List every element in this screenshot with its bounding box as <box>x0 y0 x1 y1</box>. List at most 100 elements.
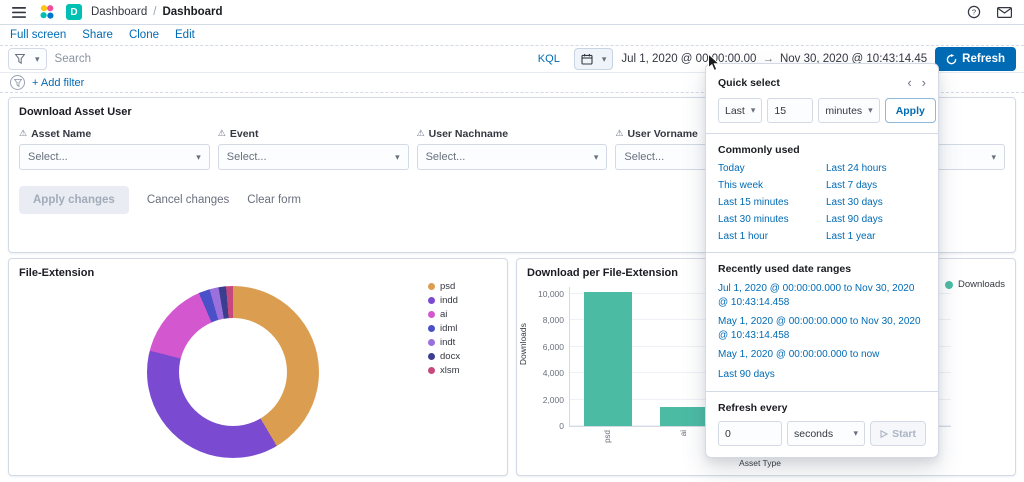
legend-swatch <box>428 311 435 318</box>
legend-item[interactable]: indd <box>428 295 460 306</box>
view-link-edit[interactable]: Edit <box>175 29 195 41</box>
control-field-select-2[interactable]: Select... ▾ <box>417 144 608 170</box>
select-placeholder: Select... <box>624 151 664 163</box>
clear-form-button[interactable]: Clear form <box>247 194 301 206</box>
commonly-used-link[interactable]: Last 24 hours <box>826 163 926 174</box>
view-link-full-screen[interactable]: Full screen <box>10 29 66 41</box>
y-tick-label: 8,000 <box>524 315 564 325</box>
warning-icon: ⚠ <box>417 129 425 138</box>
legend-item[interactable]: indt <box>428 337 460 348</box>
commonly-used-link[interactable]: Last 1 hour <box>718 231 818 242</box>
recent-ranges-title: Recently used date ranges <box>718 263 926 275</box>
refresh-every-title: Refresh every <box>718 402 926 414</box>
svg-text:?: ? <box>972 8 976 17</box>
saved-query-menu-button[interactable]: ▾ <box>8 48 47 70</box>
search-input[interactable] <box>55 53 532 65</box>
recent-range-link[interactable]: Last 90 days <box>718 368 926 382</box>
newsfeed-icon[interactable] <box>995 5 1014 20</box>
select-placeholder: Select... <box>426 151 466 163</box>
refresh-icon <box>946 54 957 65</box>
breadcrumb-app[interactable]: Dashboard <box>91 6 147 18</box>
view-link-clone[interactable]: Clone <box>129 29 159 41</box>
commonly-used-link[interactable]: Last 15 minutes <box>718 197 818 208</box>
breadcrumb: Dashboard / Dashboard <box>91 6 223 18</box>
time-amount-input[interactable] <box>767 98 813 123</box>
commonly-used-grid: Today Last 24 hours This week Last 7 days La… <box>718 163 926 242</box>
legend-label: psd <box>440 281 455 292</box>
chevron-down-icon: ▾ <box>196 152 201 163</box>
control-field-label: ⚠Event <box>218 126 409 141</box>
bar-ai[interactable] <box>660 407 709 426</box>
tense-select[interactable]: Last▾ <box>718 98 762 123</box>
legend-item[interactable]: idml <box>428 323 460 334</box>
commonly-used-link[interactable]: Last 7 days <box>826 180 926 191</box>
legend-swatch <box>428 297 435 304</box>
commonly-used-link[interactable]: Last 90 days <box>826 214 926 225</box>
y-tick-label: 6,000 <box>524 342 564 352</box>
legend-swatch <box>428 367 435 374</box>
recent-range-link[interactable]: Jul 1, 2020 @ 00:00:00.000 to Nov 30, 20… <box>718 282 926 309</box>
control-field-select-1[interactable]: Select...▾ <box>218 144 409 170</box>
commonly-used-link[interactable]: Last 30 days <box>826 197 926 208</box>
recent-range-link[interactable]: May 1, 2020 @ 00:00:00.000 to now <box>718 348 926 362</box>
recent-ranges-list: Jul 1, 2020 @ 00:00:00.000 to Nov 30, 20… <box>718 282 926 381</box>
elastic-logo[interactable] <box>37 2 57 22</box>
control-field-label-text: User Nachname <box>429 128 508 140</box>
time-unit-select[interactable]: minutes▾ <box>818 98 879 123</box>
chevron-down-icon: ▾ <box>854 428 859 439</box>
y-tick-label: 4,000 <box>524 368 564 378</box>
add-filter-button[interactable]: + Add filter <box>32 77 84 89</box>
filter-icon[interactable] <box>10 75 25 90</box>
bar-slot <box>570 287 646 426</box>
view-link-share[interactable]: Share <box>82 29 113 41</box>
commonly-used-link[interactable]: Today <box>718 163 818 174</box>
warning-icon: ⚠ <box>615 129 623 138</box>
apply-changes-button[interactable]: Apply changes <box>19 186 129 214</box>
refresh-unit-select[interactable]: seconds▾ <box>787 421 865 446</box>
legend-label: indd <box>440 295 458 306</box>
legend-label: idml <box>440 323 457 334</box>
donut-ring[interactable] <box>147 286 319 458</box>
commonly-used-title: Commonly used <box>718 144 926 156</box>
x-tick-label: psd <box>603 430 612 443</box>
x-tick-label: ai <box>679 430 688 436</box>
commonly-used-link[interactable]: Last 1 year <box>826 231 926 242</box>
control-field-0: ⚠Asset Name Select...▾ <box>19 126 210 170</box>
hamburger-menu-icon[interactable] <box>10 5 28 20</box>
kql-toggle[interactable]: KQL <box>538 53 560 65</box>
x-axis-title: Asset Type <box>517 457 951 471</box>
bar-psd[interactable] <box>584 292 633 426</box>
legend-item[interactable]: ai <box>428 309 460 320</box>
y-tick-label: 0 <box>524 421 564 431</box>
legend-label: xlsm <box>440 365 460 376</box>
refresh-interval-input[interactable] <box>718 421 782 446</box>
recent-range-link[interactable]: May 1, 2020 @ 00:00:00.000 to Nov 30, 20… <box>718 315 926 342</box>
chevron-down-icon: ▾ <box>602 54 607 65</box>
chevron-down-icon: ▾ <box>395 152 400 163</box>
refresh-button[interactable]: Refresh <box>935 47 1016 71</box>
next-time-window-icon[interactable]: › <box>922 75 926 90</box>
control-field-label-text: User Vorname <box>627 128 697 140</box>
legend-label: docx <box>440 351 460 362</box>
previous-time-window-icon[interactable]: ‹ <box>907 75 911 90</box>
commonly-used-link[interactable]: Last 30 minutes <box>718 214 818 225</box>
date-quick-select-button[interactable]: ▾ <box>574 48 614 70</box>
commonly-used-link[interactable]: This week <box>718 180 818 191</box>
chevron-down-icon: ▾ <box>594 152 599 163</box>
cancel-changes-button[interactable]: Cancel changes <box>147 194 229 206</box>
quick-apply-button[interactable]: Apply <box>885 98 936 123</box>
help-icon[interactable]: ? <box>965 3 983 21</box>
chevron-down-icon: ▾ <box>991 152 996 163</box>
legend-swatch <box>428 325 435 332</box>
y-tick-label: 2,000 <box>524 395 564 405</box>
control-field-label: ⚠Asset Name <box>19 126 210 141</box>
control-field-select-0[interactable]: Select...▾ <box>19 144 210 170</box>
legend-swatch <box>428 283 435 290</box>
control-field-label: ⚠ User Nachname <box>417 126 608 141</box>
start-refresh-button[interactable]: Start <box>870 421 926 446</box>
pie-legend: psd indd ai idml indt docx xlsm <box>428 281 460 376</box>
legend-item[interactable]: psd <box>428 281 460 292</box>
legend-item[interactable]: xlsm <box>428 365 460 376</box>
legend-item[interactable]: docx <box>428 351 460 362</box>
chevron-down-icon: ▾ <box>35 54 40 65</box>
